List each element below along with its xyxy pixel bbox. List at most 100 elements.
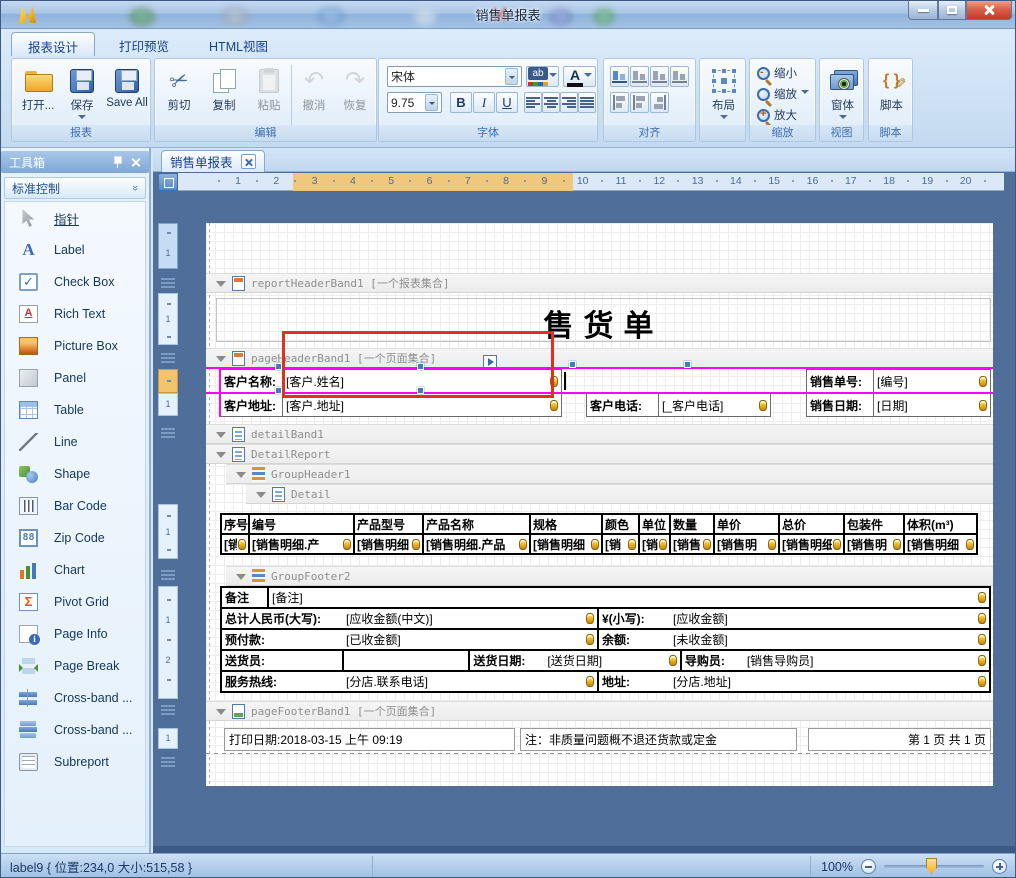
align-rights-button[interactable] xyxy=(670,66,689,87)
detail-col-header[interactable]: 产品型号 xyxy=(354,514,423,534)
cut-button[interactable]: 剪切 xyxy=(157,62,201,124)
align-left-button[interactable] xyxy=(524,92,542,113)
band-grip[interactable] xyxy=(161,428,175,439)
undo-button[interactable]: 撤消 xyxy=(294,62,334,124)
delivery-date-cell[interactable]: 送货日期: [送货日期] xyxy=(468,649,681,672)
toolbox-item-chart[interactable]: Chart xyxy=(5,554,145,586)
band-page-footer[interactable]: pageFooterBand1 [一个页面集合] xyxy=(206,701,993,721)
order-no-label[interactable]: 销售单号: xyxy=(806,369,874,393)
collapse-triangle-icon[interactable] xyxy=(216,281,226,292)
zoom-slider-thumb[interactable] xyxy=(926,858,937,874)
detail-field-cell[interactable]: [销售明细 xyxy=(904,534,977,554)
remark-label[interactable]: 备注 xyxy=(220,586,269,609)
snap-grid-button[interactable] xyxy=(610,66,629,87)
font-color-button[interactable]: A xyxy=(563,66,596,87)
detail-col-header[interactable]: 单位 xyxy=(639,514,670,534)
toolbox-item-richtext[interactable]: Rich Text xyxy=(5,298,145,330)
toolbox-item-crossband-line[interactable]: Cross-band ... xyxy=(5,682,145,714)
toolbox-item-checkbox[interactable]: Check Box xyxy=(5,266,145,298)
minimize-button[interactable] xyxy=(908,1,938,20)
customer-phone-label[interactable]: 客户电话: xyxy=(586,393,659,417)
save-all-button[interactable]: Save All xyxy=(104,62,150,124)
collapse-triangle-icon[interactable] xyxy=(216,452,226,463)
layout-button[interactable]: 布局 xyxy=(702,62,745,124)
align-center-button[interactable] xyxy=(542,92,560,113)
tab-html-view[interactable]: HTML视图 xyxy=(193,32,284,56)
tab-report-design[interactable]: 报表设计 xyxy=(11,32,95,56)
band-grip[interactable] xyxy=(161,353,175,364)
detail-field-cell[interactable]: [销售明 xyxy=(714,534,779,554)
band-detail[interactable]: Detail xyxy=(246,484,993,504)
tab-close-icon[interactable] xyxy=(241,154,256,169)
detail-field-cell[interactable]: [销售明 xyxy=(844,534,904,554)
collapse-triangle-icon[interactable] xyxy=(216,432,226,443)
detail-col-header[interactable]: 包装件 xyxy=(844,514,904,534)
toolbox-item-picturebox[interactable]: Picture Box xyxy=(5,330,145,362)
detail-col-header[interactable]: 序号 xyxy=(221,514,249,534)
band-grip[interactable] xyxy=(161,705,175,716)
page-number-label[interactable]: 第 1 页 共 1 页 xyxy=(808,728,991,751)
title-bar[interactable]: ✕ 销售单报表 xyxy=(1,1,1015,29)
band-detail-report[interactable]: DetailReport xyxy=(206,444,993,464)
detail-field-cell[interactable]: [销售明细 xyxy=(354,534,423,554)
zoom-out-button[interactable] xyxy=(861,859,876,874)
deliverer-field[interactable] xyxy=(342,649,471,672)
detail-col-header[interactable]: 编号 xyxy=(249,514,354,534)
save-button[interactable]: 保存 xyxy=(62,62,102,124)
detail-table[interactable]: 序号 编号 产品型号 产品名称 规格 颜色 单位 数量 单价 总价 包装件 体积… xyxy=(220,513,978,555)
selection-handle[interactable] xyxy=(569,361,576,368)
total-cn-cell[interactable]: 总计人民币(大写): [应收金额(中文)] xyxy=(220,607,599,630)
toolbox-item-crossband-box[interactable]: Cross-band ... xyxy=(5,714,145,746)
paste-button[interactable]: 粘贴 xyxy=(247,62,291,124)
prepaid-cell[interactable]: 预付款: [已收金额] xyxy=(220,628,599,651)
collapse-triangle-icon[interactable] xyxy=(236,472,246,483)
align-bottoms-button[interactable] xyxy=(650,92,669,113)
document-tab[interactable]: 销售单报表 xyxy=(161,150,265,172)
align-lefts-button[interactable] xyxy=(630,66,649,87)
note-label[interactable]: 注：非质量问题概不退还货款或定金 xyxy=(520,728,797,751)
zoom-button[interactable]: 缩放 xyxy=(753,84,813,104)
align-tops-button[interactable] xyxy=(610,92,629,113)
detail-field-cell[interactable]: [销售明细.产 xyxy=(249,534,354,554)
detail-field-cell[interactable]: [销 xyxy=(602,534,639,554)
open-button[interactable]: 打开... xyxy=(16,62,60,124)
detail-col-header[interactable]: 规格 xyxy=(530,514,602,534)
align-middles-button[interactable] xyxy=(630,92,649,113)
balance-cell[interactable]: 余额: [未收金额] xyxy=(597,628,991,651)
toolbox-item-panel[interactable]: Panel xyxy=(5,362,145,394)
band-grip[interactable] xyxy=(161,757,175,768)
zoom-slider[interactable] xyxy=(884,865,984,868)
zoom-out-button[interactable]: - 缩小 xyxy=(753,63,801,83)
customer-phone-field[interactable]: [_客户电话] xyxy=(658,393,771,417)
redo-button[interactable]: 恢复 xyxy=(335,62,375,124)
align-right-button[interactable] xyxy=(560,92,578,113)
collapse-triangle-icon[interactable] xyxy=(256,492,266,503)
toolbox-item-pagebreak[interactable]: Page Break xyxy=(5,650,145,682)
align-justify-button[interactable] xyxy=(578,92,596,113)
band-grip[interactable] xyxy=(161,570,175,581)
detail-field-cell[interactable]: [销 xyxy=(639,534,670,554)
pin-icon[interactable] xyxy=(113,156,121,168)
detail-field-cell[interactable]: [销售 xyxy=(670,534,714,554)
band-grip[interactable] xyxy=(161,278,175,289)
remark-field[interactable]: [备注] xyxy=(267,586,991,609)
print-date-label[interactable]: 打印日期:2018-03-15 上午 09:19 xyxy=(224,728,515,751)
toolbox-item-pivotgrid[interactable]: Pivot Grid xyxy=(5,586,145,618)
script-button[interactable]: 脚本 xyxy=(871,62,912,124)
detail-col-header[interactable]: 单价 xyxy=(714,514,779,534)
toolbox-item-line[interactable]: Line xyxy=(5,426,145,458)
detail-field-cell[interactable]: [销 xyxy=(221,534,249,554)
zoom-in-button[interactable]: + 放大 xyxy=(753,105,801,125)
maximize-button[interactable] xyxy=(938,1,966,20)
detail-field-cell[interactable]: [销售明细 xyxy=(779,534,844,554)
selection-handle[interactable] xyxy=(684,361,691,368)
order-no-field[interactable]: [编号] xyxy=(873,369,991,393)
toolbox-item-subreport[interactable]: Subreport xyxy=(5,746,145,778)
close-icon[interactable] xyxy=(131,157,141,167)
italic-button[interactable]: I xyxy=(473,92,495,113)
total-num-cell[interactable]: ¥(小写): [应收金额] xyxy=(597,607,991,630)
deliverer-label[interactable]: 送货员: xyxy=(220,649,344,672)
toolbox-item-shape[interactable]: Shape xyxy=(5,458,145,490)
tab-print-preview[interactable]: 打印预览 xyxy=(103,32,185,56)
band-report-header[interactable]: reportHeaderBand1 [一个报表集合] xyxy=(206,273,993,293)
